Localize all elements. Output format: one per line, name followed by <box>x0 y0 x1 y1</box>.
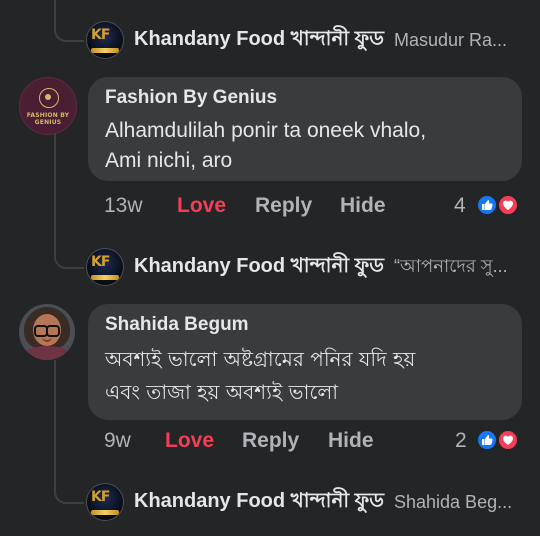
thumbs-up-icon[interactable] <box>476 429 498 451</box>
reply-summary-first[interactable]: KF Khandany Food খান্দানী ফুড Masudur Ra… <box>86 20 526 60</box>
khandany-food-logo-icon[interactable]: KF <box>86 248 124 286</box>
reply-page-name[interactable]: Khandany Food খান্দানী ফুড <box>134 251 384 284</box>
reply-summary-fashion[interactable]: KF Khandany Food খান্দানী ফুড “আপনাদের স… <box>86 247 526 287</box>
reaction-count[interactable]: 2 <box>455 429 467 453</box>
reply-connector-first <box>54 24 84 42</box>
comment-actions-shahida-begum: 9w Love Reply Hide 2 <box>104 429 524 457</box>
comment-author-name[interactable]: Shahida Begum <box>105 314 504 336</box>
comment-text: অবশ্যই ভালো অষ্টগ্রামের পনির যদি হয় এবং… <box>105 347 416 404</box>
hide-button[interactable]: Hide <box>340 194 386 218</box>
comment-time[interactable]: 13w <box>104 194 143 218</box>
love-reaction-button[interactable]: Love <box>165 429 214 453</box>
top-thread-line <box>54 0 56 24</box>
khandany-food-logo-icon[interactable]: KF <box>86 483 124 521</box>
fashion-by-genius-avatar[interactable]: FASHION BY GENIUS <box>19 77 77 135</box>
reply-preview-text[interactable]: “আপনাদের সু... <box>394 252 508 283</box>
heart-icon[interactable] <box>497 194 519 216</box>
thumbs-up-icon[interactable] <box>476 194 498 216</box>
comment-text: Alhamdulilah ponir ta oneek vhalo, Ami n… <box>105 119 427 172</box>
shahida-begum-avatar[interactable] <box>19 304 75 360</box>
khandany-food-logo-icon[interactable]: KF <box>86 21 124 59</box>
comment-time[interactable]: 9w <box>104 429 131 453</box>
reaction-count[interactable]: 4 <box>454 194 466 218</box>
glasses-icon <box>34 325 60 337</box>
fashion-logo-emblem-icon <box>39 88 59 108</box>
shahida-thread-line <box>54 360 56 486</box>
reply-button[interactable]: Reply <box>242 429 299 453</box>
hide-button[interactable]: Hide <box>328 429 374 453</box>
reply-summary-shahida[interactable]: KF Khandany Food খান্দানী ফুড Shahida Be… <box>86 482 526 522</box>
reply-preview-text[interactable]: Shahida Beg... <box>394 492 512 513</box>
reply-page-name[interactable]: Khandany Food খান্দানী ফুড <box>134 486 384 519</box>
comment-actions-fashion-by-genius: 13w Love Reply Hide 4 <box>104 194 524 222</box>
reply-button[interactable]: Reply <box>255 194 312 218</box>
reply-connector-fashion <box>54 251 84 269</box>
reply-preview-text[interactable]: Masudur Ra... <box>394 30 507 51</box>
reply-connector-shahida <box>54 486 84 504</box>
comment-author-name[interactable]: Fashion By Genius <box>105 87 504 109</box>
comment-bubble-fashion-by-genius: Fashion By Genius Alhamdulilah ponir ta … <box>88 77 522 181</box>
fashion-thread-line <box>54 134 56 251</box>
fashion-logo-text: FASHION BY GENIUS <box>26 112 70 126</box>
reply-page-name[interactable]: Khandany Food খান্দানী ফুড <box>134 24 384 57</box>
heart-icon[interactable] <box>497 429 519 451</box>
comment-bubble-shahida-begum: Shahida Begum অবশ্যই ভালো অষ্টগ্রামের পন… <box>88 304 522 420</box>
love-reaction-button[interactable]: Love <box>177 194 226 218</box>
